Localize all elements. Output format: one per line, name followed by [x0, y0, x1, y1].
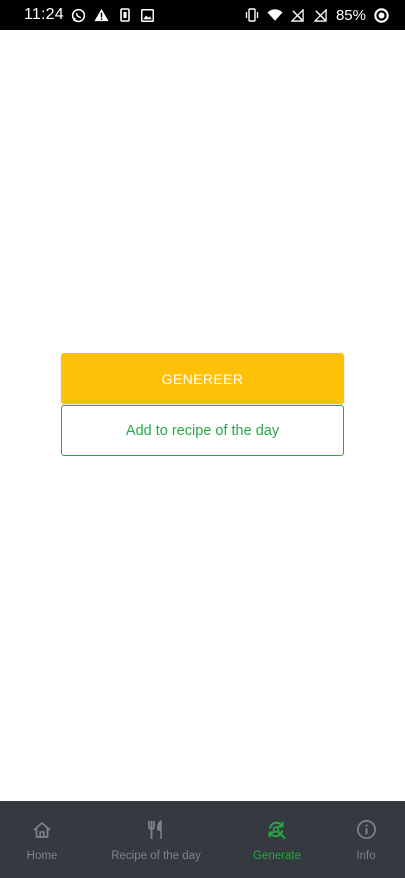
vibrate-icon: [244, 7, 260, 23]
whatsapp-icon: [71, 7, 87, 23]
sim-icon: [117, 7, 133, 23]
nav-label-recipe-of-the-day: Recipe of the day: [111, 849, 201, 862]
info-icon: [354, 818, 378, 842]
nav-item-generate[interactable]: Generate: [245, 801, 309, 878]
battery-icon: [373, 7, 389, 23]
refresh-search-icon: [265, 818, 289, 842]
fork-knife-icon: [144, 818, 168, 842]
status-time: 11:24: [24, 6, 64, 23]
status-right: 85%: [244, 7, 389, 24]
nav-item-info[interactable]: Info: [336, 801, 396, 878]
no-signal-icon: [313, 7, 329, 23]
generate-button[interactable]: GENEREER: [61, 353, 344, 404]
no-signal-icon: [290, 7, 306, 23]
status-bar: 11:24 85%: [0, 0, 405, 30]
add-to-recipe-of-the-day-button[interactable]: Add to recipe of the day: [61, 405, 344, 456]
status-left: 11:24: [24, 6, 156, 24]
image-icon: [140, 7, 156, 23]
nav-label-generate: Generate: [253, 849, 301, 862]
bottom-navigation: Home Recipe of the day Generate Info: [0, 801, 405, 878]
battery-percent: 85%: [335, 6, 366, 24]
nav-label-home: Home: [26, 849, 58, 862]
app-screen: 11:24 85% GENEREER Add to recipe of the …: [0, 0, 405, 878]
home-icon: [30, 818, 54, 842]
nav-item-home[interactable]: Home: [12, 801, 72, 878]
main-content: GENEREER Add to recipe of the day: [0, 30, 405, 801]
nav-item-recipe-of-the-day[interactable]: Recipe of the day: [101, 801, 211, 878]
nav-label-info: Info: [356, 849, 376, 862]
warning-icon: [94, 7, 110, 23]
wifi-icon: [267, 7, 283, 23]
